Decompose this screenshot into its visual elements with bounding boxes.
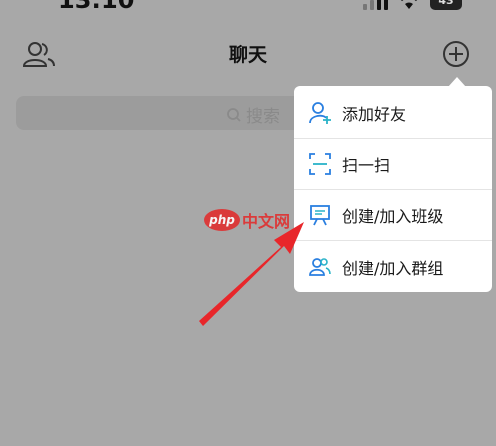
watermark-text: 中文网 xyxy=(242,212,291,231)
page-title: 聊天 xyxy=(228,44,267,66)
signal-icon xyxy=(363,0,388,10)
menu-item-class[interactable]: 创建/加入班级 xyxy=(294,190,492,241)
plus-circle-icon xyxy=(443,41,469,67)
watermark-logo: php xyxy=(204,209,240,231)
watermark: php 中文网 xyxy=(204,208,290,232)
menu-item-group[interactable]: 创建/加入群组 xyxy=(294,241,492,292)
menu-item-scan[interactable]: 扫一扫 xyxy=(294,139,492,190)
add-friend-icon xyxy=(308,101,332,125)
menu-item-label: 扫一扫 xyxy=(342,156,391,175)
add-button[interactable] xyxy=(442,40,470,68)
status-time: 13:10 xyxy=(58,0,135,14)
menu-item-label: 添加好友 xyxy=(342,105,407,124)
menu-item-add-friend[interactable]: 添加好友 xyxy=(294,88,492,139)
scan-icon xyxy=(308,152,332,176)
status-icons: 43 xyxy=(363,0,462,10)
add-menu: 添加好友 扫一扫 创建/加入班级 创建/加入群组 xyxy=(294,77,492,292)
battery-icon: 43 xyxy=(430,0,462,10)
search-icon xyxy=(227,107,241,122)
menu-item-label: 创建/加入班级 xyxy=(342,207,444,226)
search-placeholder: 搜索 xyxy=(246,107,280,127)
wifi-icon xyxy=(401,0,417,9)
menu-item-label: 创建/加入群组 xyxy=(342,258,444,278)
class-board-icon xyxy=(308,203,332,227)
group-icon xyxy=(308,255,332,279)
